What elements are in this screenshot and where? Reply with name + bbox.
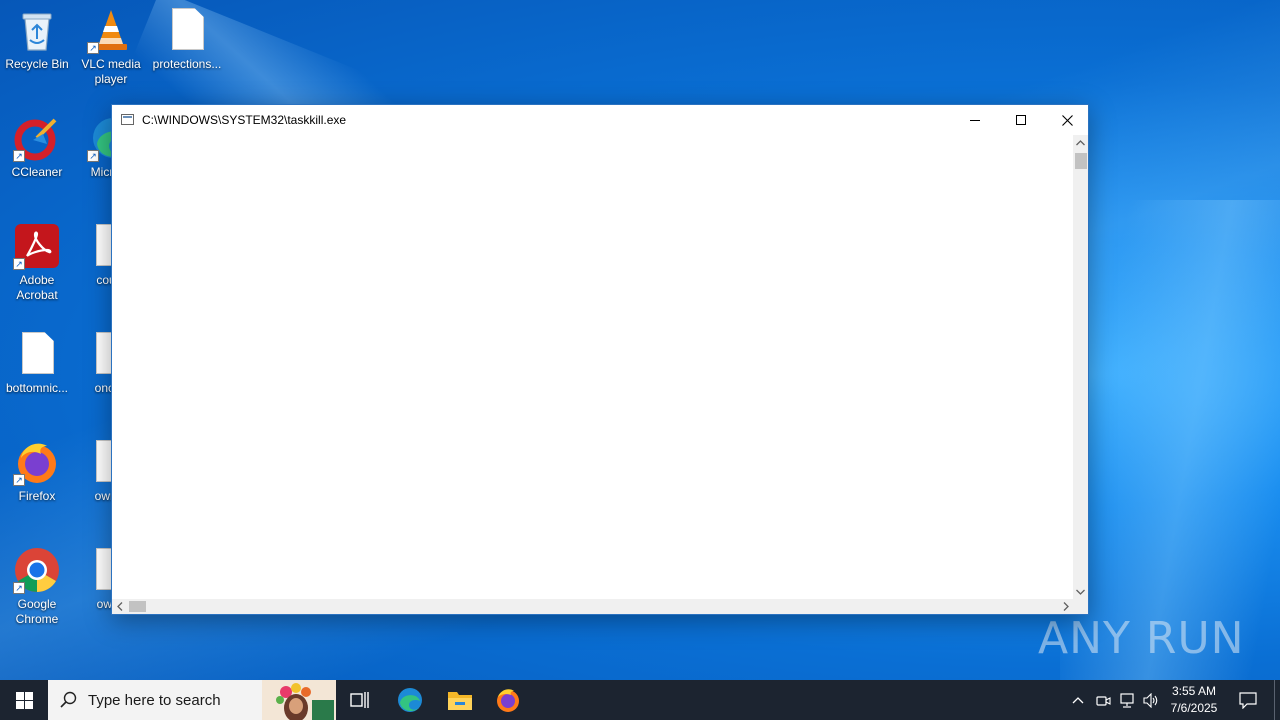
close-button[interactable] <box>1044 105 1090 135</box>
windows-logo-icon <box>15 691 33 709</box>
desktop-icon-ccleaner[interactable]: ↗ CCleaner <box>0 114 74 180</box>
scroll-down-button[interactable] <box>1073 584 1088 599</box>
task-view-button[interactable] <box>336 680 384 720</box>
vlc-icon: ↗ <box>87 6 135 54</box>
chevron-down-icon <box>1076 589 1085 595</box>
minimize-button[interactable] <box>952 105 998 135</box>
maximize-icon <box>1016 115 1026 125</box>
desktop-icon-label: Adobe Acrobat <box>16 273 58 302</box>
firefox-icon: ↗ <box>13 438 61 486</box>
taskbar-edge-button[interactable] <box>386 680 434 720</box>
desktop-icon-label: CCleaner <box>11 165 63 179</box>
desktop-icon-adobe-acrobat[interactable]: ↗ Adobe Acrobat <box>0 222 74 303</box>
clock-date: 7/6/2025 <box>1170 701 1218 715</box>
window-title: C:\WINDOWS\SYSTEM32\taskkill.exe <box>142 113 347 127</box>
ccleaner-icon: ↗ <box>13 114 61 162</box>
action-center-button[interactable] <box>1228 680 1268 720</box>
desktop-icon-protections[interactable]: protections... <box>150 6 224 72</box>
network-icon <box>1120 692 1134 708</box>
file-icon <box>13 330 61 378</box>
tray-network-button[interactable] <box>1116 680 1138 720</box>
shortcut-arrow-icon: ↗ <box>13 582 25 594</box>
recycle-bin-icon <box>13 6 61 54</box>
scroll-up-button[interactable] <box>1073 135 1088 150</box>
clock-time: 3:55 AM <box>1171 684 1217 698</box>
desktop-icon-recycle-bin[interactable]: Recycle Bin <box>0 6 74 72</box>
chevron-left-icon <box>116 602 122 611</box>
desktop-icon-label: Google Chrome <box>15 597 59 626</box>
console-app-icon <box>121 114 134 125</box>
chrome-icon: ↗ <box>13 546 61 594</box>
show-desktop-button[interactable] <box>1274 680 1275 720</box>
edge-icon <box>398 688 422 712</box>
horizontal-scrollbar[interactable] <box>112 599 1073 614</box>
tray-clock[interactable]: 3:55 AM 7/6/2025 <box>1164 680 1224 720</box>
notification-icon <box>1239 691 1257 709</box>
adobe-acrobat-icon: ↗ <box>13 222 61 270</box>
anyrun-watermark: ANY RUN <box>1038 606 1245 670</box>
shortcut-arrow-icon: ↗ <box>87 42 99 54</box>
taskkill-console-window[interactable]: C:\WINDOWS\SYSTEM32\taskkill.exe <box>111 104 1089 615</box>
search-icon <box>60 691 77 708</box>
show-hidden-icons-button[interactable] <box>1066 680 1090 720</box>
window-titlebar[interactable]: C:\WINDOWS\SYSTEM32\taskkill.exe <box>112 105 1088 135</box>
vertical-scroll-thumb[interactable] <box>1075 153 1087 169</box>
chevron-up-icon <box>1072 697 1084 704</box>
desktop-icon-bottomnic[interactable]: bottomnic... <box>0 330 74 396</box>
desktop-icon-firefox[interactable]: ↗ Firefox <box>0 438 74 504</box>
taskbar: Type here to search 3:55 AM 7/6/2025 <box>0 680 1280 720</box>
desktop-icon-google-chrome[interactable]: ↗ Google Chrome <box>0 546 74 627</box>
scrollbar-corner <box>1073 599 1088 614</box>
task-view-icon <box>350 692 369 708</box>
scroll-left-button[interactable] <box>112 599 127 614</box>
taskbar-firefox-button[interactable] <box>484 680 532 720</box>
desktop-icon-label: bottomnic... <box>5 381 69 395</box>
horizontal-scroll-thumb[interactable] <box>129 601 146 612</box>
watermark-text: ANY RUN <box>1038 612 1245 664</box>
desktop-icon-label: VLC media player <box>81 57 141 86</box>
search-placeholder: Type here to search <box>88 692 221 709</box>
taskbar-search-box[interactable]: Type here to search <box>48 680 336 720</box>
shortcut-arrow-icon: ↗ <box>87 150 99 162</box>
close-icon <box>1061 114 1073 126</box>
console-output-area[interactable] <box>112 135 1073 599</box>
vertical-scrollbar[interactable] <box>1073 135 1088 599</box>
meet-now-icon <box>1095 695 1111 706</box>
taskbar-file-explorer-button[interactable] <box>436 680 484 720</box>
shortcut-arrow-icon: ↗ <box>13 150 25 162</box>
start-button[interactable] <box>0 680 48 720</box>
tray-meet-now-button[interactable] <box>1092 680 1114 720</box>
minimize-icon <box>970 120 980 121</box>
desktop-icon-label: Firefox <box>18 489 56 503</box>
chevron-up-icon <box>1076 139 1085 145</box>
desktop-icon-label: Recycle Bin <box>5 57 69 71</box>
firefox-icon <box>497 689 519 712</box>
chevron-right-icon <box>1063 602 1069 611</box>
scroll-right-button[interactable] <box>1058 599 1073 614</box>
file-icon <box>163 6 211 54</box>
shortcut-arrow-icon: ↗ <box>13 258 25 270</box>
shortcut-arrow-icon: ↗ <box>13 474 25 486</box>
search-highlight-image[interactable] <box>262 680 336 720</box>
file-explorer-icon <box>448 692 472 710</box>
tray-volume-button[interactable] <box>1140 680 1162 720</box>
desktop-icon-label: protections... <box>152 57 222 71</box>
desktop-icon-vlc[interactable]: ↗ VLC media player <box>74 6 148 87</box>
maximize-button[interactable] <box>998 105 1044 135</box>
volume-icon <box>1142 692 1157 708</box>
